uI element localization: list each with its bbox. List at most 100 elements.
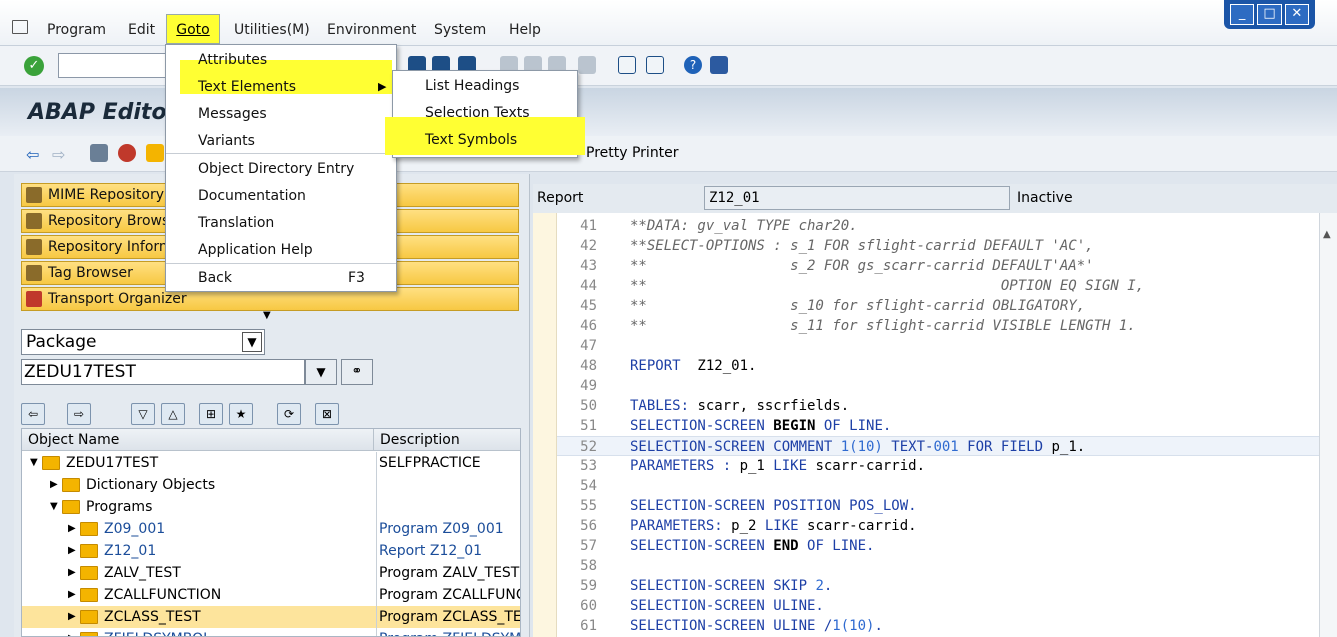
report-name-field[interactable]: Z12_01: [704, 186, 1010, 210]
last-page-icon[interactable]: [578, 56, 596, 74]
code-line[interactable]: 44 ** OPTION EQ SIGN I,: [557, 276, 1319, 296]
enter-check-icon[interactable]: ✓: [24, 56, 44, 76]
code-line[interactable]: 59 SELECTION-SCREEN SKIP 2.: [557, 576, 1319, 596]
menu-edit[interactable]: Edit: [128, 20, 155, 40]
dropdown-button[interactable]: ▼: [305, 359, 337, 385]
menu-item-selection-texts[interactable]: Selection Texts: [425, 100, 530, 126]
tree-row-package[interactable]: ▼ ZEDU17TEST SELFPRACTICE: [22, 452, 520, 474]
tree-row-programs[interactable]: ▼ Programs: [22, 496, 520, 518]
collapse-arrow-icon[interactable]: ▼: [263, 310, 271, 321]
menu-environment[interactable]: Environment: [327, 20, 416, 40]
forward-arrow-icon[interactable]: ⇨: [52, 145, 65, 164]
code-line[interactable]: 56 PARAMETERS: p_2 LIKE scarr-carrid.: [557, 516, 1319, 536]
column-header-object-name[interactable]: Object Name: [22, 429, 374, 451]
activate-icon[interactable]: [118, 144, 136, 162]
tree-forward-icon[interactable]: ⇨: [67, 403, 91, 425]
column-header-description[interactable]: Description: [374, 429, 520, 451]
menu-item-variants[interactable]: Variants: [198, 128, 255, 154]
code-line[interactable]: 47: [557, 336, 1319, 356]
code-line-current[interactable]: 52 SELECTION-SCREEN COMMENT 1(10) TEXT-00…: [557, 436, 1319, 456]
maximize-icon[interactable]: □: [1257, 4, 1282, 25]
object-type-select[interactable]: Package ▼: [21, 329, 265, 355]
menu-item-application-help[interactable]: Application Help: [198, 237, 313, 263]
code-line[interactable]: 54: [557, 476, 1319, 496]
tree-row-program[interactable]: ▶ ZCALLFUNCTION Program ZCALLFUNCT: [22, 584, 520, 606]
package-input[interactable]: ZEDU17TEST: [21, 359, 305, 385]
collapsed-icon[interactable]: ▶: [68, 562, 76, 584]
chevron-down-icon[interactable]: ▼: [242, 332, 262, 352]
collapsed-icon[interactable]: ▶: [68, 628, 76, 636]
code-line[interactable]: 57 SELECTION-SCREEN END OF LINE.: [557, 536, 1319, 556]
menu-system[interactable]: System: [434, 20, 486, 40]
display-change-icon[interactable]: [90, 144, 108, 162]
tree-row-program[interactable]: ▶ ZFIELDSYMBOL Program ZFIELDSYMB: [22, 628, 520, 636]
menu-item-text-elements[interactable]: Text Elements: [198, 74, 296, 100]
code-line[interactable]: 42 **SELECT-OPTIONS : s_1 FOR sflight-car…: [557, 236, 1319, 256]
tree-row-program[interactable]: ▶ Z12_01 Report Z12_01: [22, 540, 520, 562]
menu-item-object-directory-entry[interactable]: Object Directory Entry: [198, 156, 354, 182]
menu-program[interactable]: Program: [47, 20, 106, 40]
scroll-up-icon[interactable]: ▲: [1323, 229, 1331, 240]
collapsed-icon[interactable]: ▶: [68, 606, 76, 628]
menu-item-translation[interactable]: Translation: [198, 210, 274, 236]
menu-item-documentation[interactable]: Documentation: [198, 183, 306, 209]
code-line[interactable]: 50 TABLES: scarr, sscrfields.: [557, 396, 1319, 416]
submenu-arrow-icon: ▶: [378, 80, 387, 93]
favorites-icon[interactable]: ★: [229, 403, 253, 425]
code-line[interactable]: 46 ** s_11 for sflight-carrid VISIBLE LEN…: [557, 316, 1319, 336]
tree-row-program[interactable]: ▶ ZALV_TEST Program ZALV_TEST: [22, 562, 520, 584]
tag-browser-icon: [26, 265, 42, 281]
code-line[interactable]: 48 REPORT Z12_01.: [557, 356, 1319, 376]
expand-all-icon[interactable]: ▽: [131, 403, 155, 425]
menu-utilities[interactable]: Utilities(M): [234, 20, 310, 40]
help-icon[interactable]: ?: [684, 56, 702, 74]
code-line[interactable]: 61 SELECTION-SCREEN ULINE /1(10).: [557, 616, 1319, 636]
code-line[interactable]: 55 SELECTION-SCREEN POSITION POS_LOW.: [557, 496, 1319, 516]
menu-item-messages[interactable]: Messages: [198, 101, 267, 127]
close-tree-icon[interactable]: ⊠: [315, 403, 339, 425]
minimize-icon[interactable]: _: [1230, 4, 1255, 25]
menu-goto[interactable]: Goto: [166, 14, 220, 44]
expanded-icon[interactable]: ▼: [50, 496, 58, 518]
menu-item-attributes[interactable]: Attributes: [198, 47, 267, 73]
tree-back-icon[interactable]: ⇦: [21, 403, 45, 425]
command-field[interactable]: [58, 53, 168, 78]
program-menu-icon[interactable]: [12, 20, 28, 34]
code-line[interactable]: 53 PARAMETERS : p_1 LIKE scarr-carrid.: [557, 456, 1319, 476]
collapse-all-icon[interactable]: △: [161, 403, 185, 425]
tree-row-program-selected[interactable]: ▶ ZCLASS_TEST Program ZCLASS_TES: [22, 606, 520, 628]
close-icon[interactable]: ✕: [1284, 4, 1309, 25]
vertical-scrollbar[interactable]: ▲: [1319, 213, 1337, 637]
menu-item-list-headings[interactable]: List Headings: [425, 73, 519, 99]
code-line[interactable]: 45 ** s_10 for sflight-carrid OBLIGATORY,: [557, 296, 1319, 316]
collapsed-icon[interactable]: ▶: [68, 584, 76, 606]
folder-icon: [80, 522, 98, 536]
hierarchy-icon[interactable]: ⊞: [199, 403, 223, 425]
object-list-icon[interactable]: [146, 144, 164, 162]
tree-row-dictionary[interactable]: ▶ Dictionary Objects: [22, 474, 520, 496]
collapsed-icon[interactable]: ▶: [50, 474, 58, 496]
menu-item-back[interactable]: Back: [198, 265, 232, 291]
pretty-printer-button[interactable]: Pretty Printer: [586, 145, 679, 161]
menu-item-text-symbols[interactable]: Text Symbols: [425, 127, 517, 153]
display-glasses-icon[interactable]: ⚭: [341, 359, 373, 385]
create-session-icon[interactable]: [618, 56, 636, 74]
tree-row-program[interactable]: ▶ Z09_001 Program Z09_001: [22, 518, 520, 540]
collapsed-icon[interactable]: ▶: [68, 540, 76, 562]
code-line[interactable]: 49: [557, 376, 1319, 396]
object-tree: Object Name Description ▼ ZEDU17TEST SEL…: [21, 428, 521, 637]
code-line[interactable]: 60 SELECTION-SCREEN ULINE.: [557, 596, 1319, 616]
goto-dropdown-menu: Attributes Text Elements ▶ Messages Vari…: [165, 44, 397, 292]
code-line[interactable]: 51 SELECTION-SCREEN BEGIN OF LINE.: [557, 416, 1319, 436]
code-line[interactable]: 43 ** s_2 FOR gs_scarr-carrid DEFAULT'AA*…: [557, 256, 1319, 276]
expanded-icon[interactable]: ▼: [30, 452, 38, 474]
code-line[interactable]: 58: [557, 556, 1319, 576]
code-line[interactable]: 41 **DATA: gv_val TYPE char20.: [557, 216, 1319, 236]
refresh-icon[interactable]: ⟳: [277, 403, 301, 425]
shortcut-icon[interactable]: [646, 56, 664, 74]
collapsed-icon[interactable]: ▶: [68, 518, 76, 540]
menu-help[interactable]: Help: [509, 20, 541, 40]
customize-layout-icon[interactable]: [710, 56, 728, 74]
back-arrow-icon[interactable]: ⇦: [26, 145, 39, 164]
report-label: Report: [537, 190, 584, 206]
